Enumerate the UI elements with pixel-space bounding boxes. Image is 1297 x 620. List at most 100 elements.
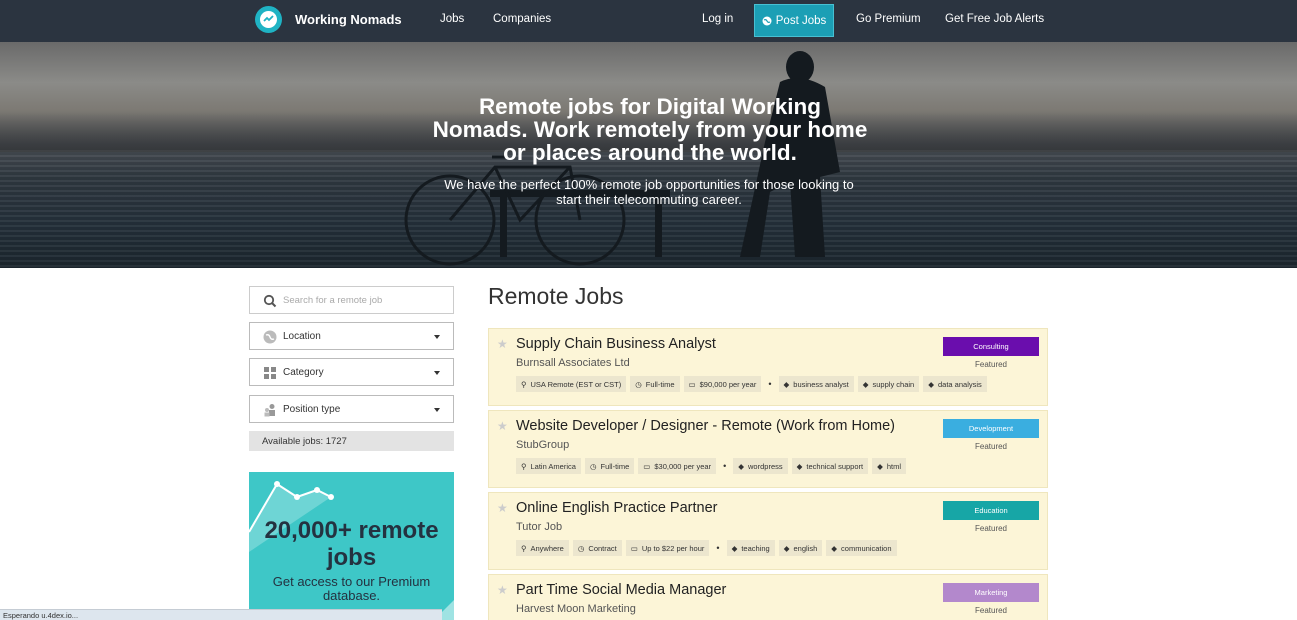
nav-login-link[interactable]: Log in: [702, 13, 733, 25]
salary-tag: ▭ $30,000 per year: [638, 458, 717, 474]
skill-tag-text: technical support: [806, 461, 864, 471]
chevron-down-icon: [434, 408, 440, 412]
featured-label: Featured: [974, 442, 1008, 451]
position-type-select[interactable]: Position type: [249, 395, 454, 423]
hero-title: Remote jobs for Digital Working Nomads. …: [432, 94, 868, 165]
premium-promo-banner[interactable]: 20,000+ remote jobs Get access to our Pr…: [249, 472, 454, 620]
skill-tag[interactable]: ◆ business analyst: [778, 376, 854, 392]
separator-dot: •: [768, 379, 772, 389]
post-jobs-button[interactable]: Post Jobs: [754, 4, 834, 37]
position-type-label: Position type: [283, 404, 341, 415]
job-company[interactable]: Burnsall Associates Ltd: [516, 357, 630, 369]
location-tag: ⚲ USA Remote (EST or CST): [516, 376, 627, 392]
tag-icon: ◆: [738, 461, 745, 471]
location-tag: ⚲ Anywhere: [516, 540, 569, 556]
job-type-text: Full-time: [600, 461, 630, 471]
available-jobs-count: Available jobs: 1727: [249, 431, 454, 451]
location-text: Latin America: [530, 461, 576, 471]
top-navbar: Working Nomads Jobs Companies Log in Pos…: [0, 0, 1297, 42]
job-card[interactable]: ★ Online English Practice Partner Tutor …: [488, 492, 1048, 570]
search-placeholder: Search for a remote job: [283, 295, 383, 306]
search-input[interactable]: Search for a remote job: [249, 286, 454, 314]
star-icon[interactable]: ★: [497, 583, 508, 597]
tag-icon: ◆: [928, 379, 934, 389]
featured-label: Featured: [974, 606, 1008, 615]
job-card[interactable]: ★ Supply Chain Business Analyst Burnsall…: [488, 328, 1048, 406]
skill-tag[interactable]: ◆ html: [872, 458, 907, 474]
skill-tag-text: supply chain: [872, 379, 915, 389]
nav-job-alerts-link[interactable]: Get Free Job Alerts: [945, 13, 1044, 25]
clock-icon: ◷: [635, 379, 642, 389]
job-card[interactable]: ★ Website Developer / Designer - Remote …: [488, 410, 1048, 488]
brand-link[interactable]: Working Nomads: [295, 12, 402, 27]
category-select[interactable]: Category: [249, 358, 454, 386]
post-jobs-label: Post Jobs: [775, 14, 827, 27]
status-text: Esperando u.4dex.io...: [3, 611, 79, 620]
money-icon: ▭: [643, 461, 651, 471]
clock-icon: ◷: [577, 543, 585, 553]
job-company[interactable]: Harvest Moon Marketing: [516, 603, 636, 615]
job-type-tag: ◷ Contract: [572, 540, 622, 556]
job-card[interactable]: ★ Part Time Social Media Manager Harvest…: [488, 574, 1048, 620]
hero-banner: Remote jobs for Digital Working Nomads. …: [0, 42, 1297, 268]
tag-icon: ◆: [831, 543, 838, 553]
nav-companies-link[interactable]: Companies: [493, 13, 551, 25]
skill-tag-text: wordpress: [748, 461, 783, 471]
skill-tag[interactable]: ◆ technical support: [791, 458, 869, 474]
job-title[interactable]: Online English Practice Partner: [516, 500, 718, 516]
job-company[interactable]: StubGroup: [516, 439, 569, 451]
pin-icon: ⚲: [521, 379, 527, 389]
skill-tag-text: communication: [841, 543, 892, 553]
job-type-text: Contract: [588, 543, 617, 553]
skill-tag-text: html: [886, 461, 902, 471]
skill-tag[interactable]: ◆ english: [778, 540, 823, 556]
featured-label: Featured: [974, 524, 1008, 533]
tag-icon: ◆: [796, 461, 803, 471]
category-badge[interactable]: Development: [943, 419, 1039, 438]
chevron-down-icon: [434, 335, 440, 339]
salary-text: $30,000 per year: [654, 461, 712, 471]
skill-tag[interactable]: ◆ wordpress: [733, 458, 788, 474]
page-title: Remote Jobs: [488, 283, 624, 309]
job-type-tag: ◷ Full-time: [630, 376, 680, 392]
job-meta: ⚲ USA Remote (EST or CST) ◷ Full-time ▭ $90…: [516, 376, 987, 392]
money-icon: ▭: [688, 379, 696, 389]
separator-dot: •: [723, 461, 727, 471]
star-icon[interactable]: ★: [497, 419, 508, 433]
skill-tag[interactable]: ◆ communication: [826, 540, 897, 556]
category-badge[interactable]: Education: [943, 501, 1039, 520]
skill-tag-text: business analyst: [793, 379, 849, 389]
pin-icon: ⚲: [521, 543, 527, 553]
job-title[interactable]: Website Developer / Designer - Remote (W…: [516, 418, 895, 434]
nav-jobs-link[interactable]: Jobs: [440, 13, 464, 25]
location-label: Location: [283, 331, 321, 342]
category-label: Category: [283, 367, 324, 378]
nav-go-premium-link[interactable]: Go Premium: [856, 13, 921, 25]
job-type-text: Full-time: [645, 379, 675, 389]
skill-tag[interactable]: ◆ data analysis: [923, 376, 987, 392]
job-type-tag: ◷ Full-time: [584, 458, 635, 474]
separator-dot: •: [716, 543, 720, 553]
tag-icon: ◆: [783, 543, 790, 553]
logo-icon[interactable]: [255, 6, 282, 33]
salary-text: Up to $22 per hour: [641, 543, 705, 553]
location-select[interactable]: Location: [249, 322, 454, 350]
skill-tag[interactable]: ◆ teaching: [726, 540, 775, 556]
pin-icon: ⚲: [521, 461, 527, 471]
job-title[interactable]: Supply Chain Business Analyst: [516, 336, 716, 352]
job-meta: ⚲ Anywhere ◷ Contract ▭ Up to $22 per hour …: [516, 540, 897, 556]
job-company[interactable]: Tutor Job: [516, 521, 562, 533]
location-text: Anywhere: [530, 543, 564, 553]
promo-headline: 20,000+ remote jobs: [264, 517, 439, 571]
category-badge[interactable]: Consulting: [943, 337, 1039, 356]
skill-tag[interactable]: ◆ supply chain: [857, 376, 920, 392]
star-icon[interactable]: ★: [497, 337, 508, 351]
promo-subtext: Get access to our Premium database.: [272, 574, 431, 603]
category-badge[interactable]: Marketing: [943, 583, 1039, 602]
money-icon: ▭: [630, 543, 638, 553]
job-title[interactable]: Part Time Social Media Manager: [516, 582, 726, 598]
location-tag: ⚲ Latin America: [516, 458, 581, 474]
skill-tag-text: teaching: [741, 543, 770, 553]
clock-icon: ◷: [589, 461, 597, 471]
star-icon[interactable]: ★: [497, 501, 508, 515]
